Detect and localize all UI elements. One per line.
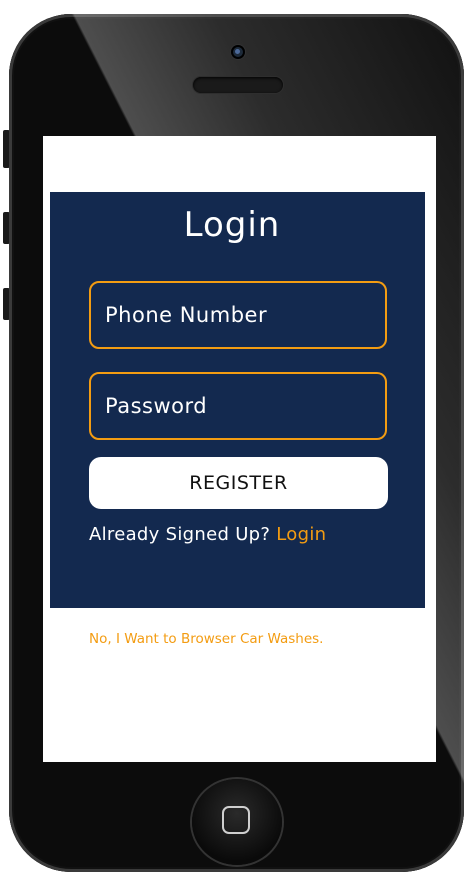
- front-camera-icon: [231, 45, 245, 59]
- phone-number-input[interactable]: Phone Number: [89, 281, 387, 349]
- browse-car-washes-link[interactable]: No, I Want to Browser Car Washes.: [89, 631, 323, 647]
- register-button[interactable]: REGISTER: [89, 457, 388, 509]
- phone-mockup: Login Phone Number Password REGISTER Alr…: [0, 0, 464, 877]
- login-link[interactable]: Login: [276, 524, 326, 545]
- already-signed-up-text: Already Signed Up? Login: [89, 524, 326, 545]
- home-button-icon[interactable]: [192, 779, 282, 865]
- already-signed-up-label: Already Signed Up?: [89, 524, 271, 545]
- earpiece-speaker-icon: [193, 77, 283, 93]
- home-square-icon: [222, 806, 250, 834]
- page-title: Login: [183, 205, 281, 245]
- password-input[interactable]: Password: [89, 372, 387, 440]
